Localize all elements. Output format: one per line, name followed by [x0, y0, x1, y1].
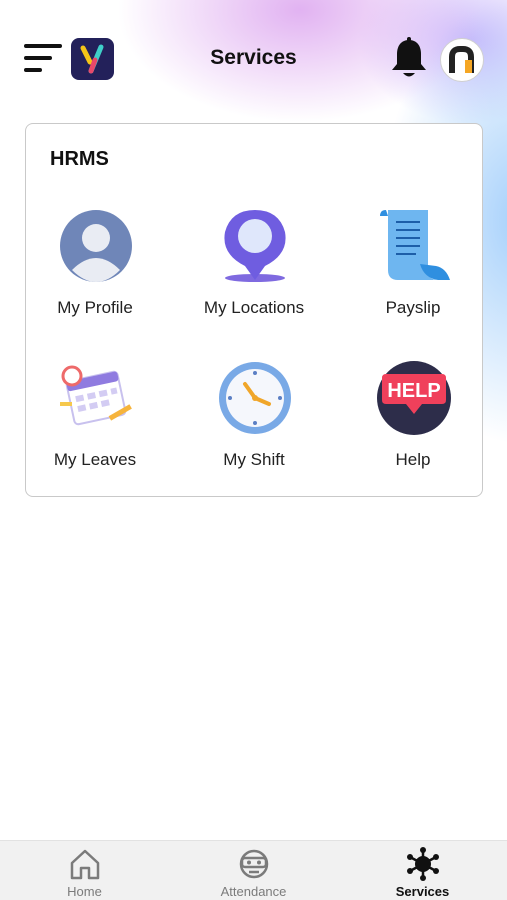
tile-my-shift[interactable]: My Shift	[179, 360, 329, 490]
calendar-icon	[58, 360, 134, 436]
tile-label: Help	[395, 450, 431, 469]
tile-label: My Locations	[203, 298, 305, 317]
clock-icon	[217, 360, 293, 436]
tile-payslip[interactable]: Payslip	[338, 208, 488, 338]
card-title: HRMS	[50, 148, 109, 170]
tile-my-locations[interactable]: My Locations	[179, 208, 329, 338]
hrms-card: HRMS My Profile My Locations Payslip My …	[25, 123, 483, 497]
attendance-icon	[237, 847, 271, 881]
tile-label: Payslip	[385, 298, 441, 317]
nav-label: Services	[395, 884, 450, 899]
services-icon	[406, 847, 440, 881]
help-bubble-icon: HELP	[376, 360, 452, 436]
top-header: Services	[0, 30, 507, 90]
page-title: Services	[210, 46, 297, 69]
nav-item-attendance[interactable]: Attendance	[169, 841, 338, 900]
nav-label: Home	[67, 884, 102, 899]
bell-icon[interactable]	[388, 36, 430, 80]
tile-label: My Leaves	[53, 450, 137, 469]
nav-item-services[interactable]: Services	[338, 841, 507, 900]
tile-label: My Shift	[223, 450, 285, 469]
location-pin-icon	[217, 208, 293, 284]
tile-my-profile[interactable]: My Profile	[20, 208, 170, 338]
profile-avatar[interactable]	[440, 38, 484, 82]
svg-text:HELP: HELP	[387, 380, 440, 402]
tile-my-leaves[interactable]: My Leaves	[20, 360, 170, 490]
profile-icon	[58, 208, 134, 284]
tile-help[interactable]: HELP Help	[338, 360, 488, 490]
bottom-navigation: Home Attendance Services	[0, 840, 507, 900]
nav-label: Attendance	[220, 884, 287, 899]
tile-label: My Profile	[57, 298, 133, 317]
nav-item-home[interactable]: Home	[0, 841, 169, 900]
home-icon	[68, 847, 102, 881]
receipt-icon	[376, 208, 452, 284]
